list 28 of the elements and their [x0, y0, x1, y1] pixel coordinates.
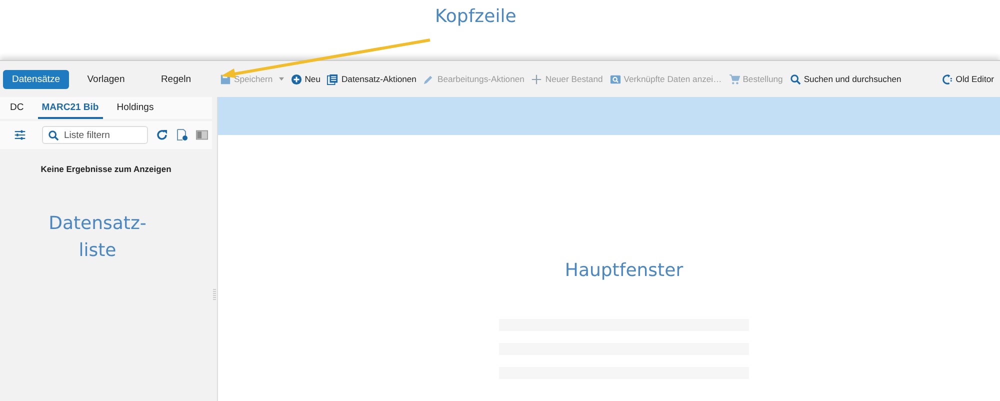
toolbar-button[interactable]: Suchen und durchsuchen [790, 72, 902, 86]
annotation-label: Hauptfenster [564, 260, 684, 281]
panel-icon[interactable] [196, 129, 208, 141]
document-list-icon [327, 74, 338, 84]
toolbar-button[interactable]: Neu [290, 72, 320, 86]
tab[interactable]: Datensätze [3, 70, 69, 88]
plus-icon [531, 74, 542, 84]
toolbar-button[interactable]: Old Editor [942, 72, 994, 86]
sliders-icon[interactable] [14, 129, 26, 141]
add-icon [290, 74, 302, 84]
pencil-icon [423, 74, 434, 84]
tab[interactable]: MARC21 Bib [38, 97, 103, 119]
annotation-label: Datensatz- liste [48, 212, 148, 263]
document-gear-icon[interactable] [176, 129, 188, 141]
search-icon [790, 74, 801, 84]
cart-icon [728, 74, 740, 84]
annotation-label: Kopfzeile [435, 6, 516, 27]
search-card-icon [610, 74, 621, 84]
tab[interactable]: Holdings [112, 97, 158, 119]
empty-message: Keine Ergebnisse zum Anzeigen [40, 164, 172, 174]
filter-field[interactable]: Liste filtern [42, 126, 148, 144]
search-icon [48, 130, 59, 141]
tab[interactable]: Vorlagen [73, 70, 139, 88]
refresh-icon[interactable] [156, 129, 168, 141]
tab[interactable]: Regeln [143, 70, 209, 88]
tab[interactable]: DC [6, 97, 28, 119]
toolbar-button[interactable]: Datensatz-Aktionen [327, 72, 416, 86]
refresh-icon [942, 74, 953, 84]
